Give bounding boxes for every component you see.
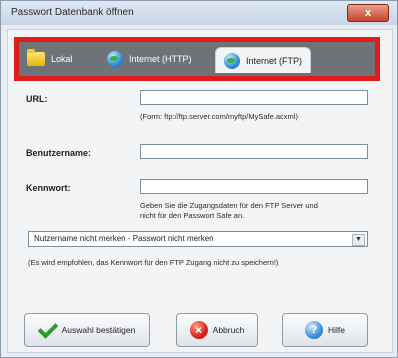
help-button-label: Hilfe <box>327 325 345 335</box>
help-icon: ? <box>304 321 323 339</box>
url-label: URL: <box>26 94 48 104</box>
globe-icon <box>107 51 123 67</box>
tab-strip: Lokal Internet (HTTP) Internet (FTP) <box>14 37 380 81</box>
close-button[interactable]: x <box>347 4 389 22</box>
tab-label: Lokal <box>51 54 73 64</box>
remember-credentials-select[interactable]: Nutzername nicht merken - Passwort nicht… <box>28 231 368 247</box>
password-hint-line1: Geben Sie die Zugangsdaten für den FTP S… <box>140 201 318 210</box>
tab-label: Internet (HTTP) <box>129 54 192 64</box>
ftp-recommendation-note: (Es wird empfohlen, das Kennwort für den… <box>28 258 279 267</box>
chevron-down-icon[interactable]: ▼ <box>352 234 365 246</box>
username-input[interactable] <box>140 144 368 159</box>
tab-internet-ftp[interactable]: Internet (FTP) <box>215 47 312 73</box>
tab-label: Internet (FTP) <box>246 55 303 66</box>
globe-icon <box>224 52 240 69</box>
remember-select-value: Nutzername nicht merken - Passwort nicht… <box>34 234 214 243</box>
tab-internet-http[interactable]: Internet (HTTP) <box>107 48 192 70</box>
dialog-client-area: Lokal Internet (HTTP) Internet (FTP) URL… <box>7 29 393 353</box>
cancel-icon: × <box>189 321 208 339</box>
confirm-button[interactable]: Auswahl bestätigen <box>24 313 150 347</box>
password-input[interactable] <box>140 179 368 194</box>
tab-lokal[interactable]: Lokal <box>27 48 73 70</box>
password-label: Kennwort: <box>26 183 71 193</box>
checkmark-icon <box>37 317 58 339</box>
title-bar: Passwort Datenbank öffnen x <box>1 1 397 25</box>
help-button[interactable]: ? Hilfe <box>282 313 368 347</box>
folder-icon <box>27 49 45 66</box>
window-title: Passwort Datenbank öffnen <box>11 7 134 18</box>
username-label: Benutzername: <box>26 148 92 158</box>
cancel-button-label: Abbruch <box>212 325 245 335</box>
url-format-hint: (Form: ftp://ftp.server.com/myftp/MySafe… <box>140 112 298 121</box>
password-hint-line2: nicht für den Passwort Safe an. <box>140 211 245 220</box>
url-input[interactable] <box>140 90 368 105</box>
confirm-button-label: Auswahl bestätigen <box>61 325 136 335</box>
dialog-window: Passwort Datenbank öffnen x Lokal Intern… <box>0 0 398 358</box>
cancel-button[interactable]: × Abbruch <box>176 313 258 347</box>
